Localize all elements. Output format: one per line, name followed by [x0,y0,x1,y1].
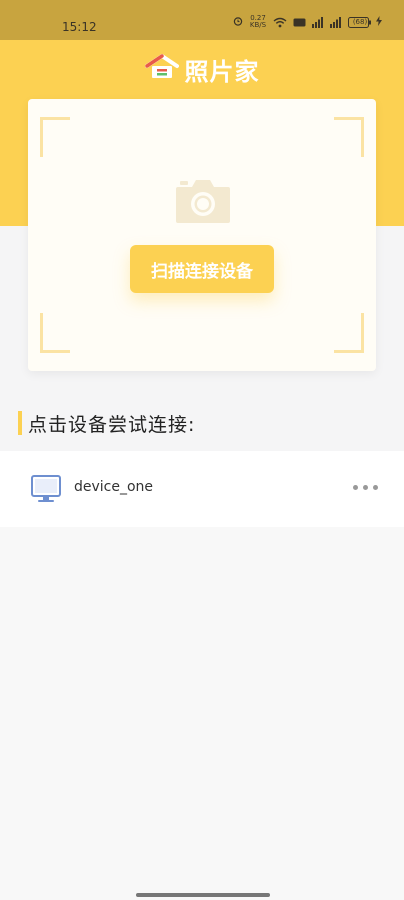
more-options-icon[interactable] [353,481,378,494]
home-indicator[interactable] [136,893,270,897]
net-speed-unit: KB/S [249,21,267,29]
devices-section-header: 点击设备尝试连接: [18,410,195,436]
device-row[interactable]: device_one [0,451,404,527]
monitor-icon [30,473,62,509]
hd-icon [293,18,306,27]
wifi-icon [273,17,287,28]
camera-icon [174,177,232,229]
scan-frame-corner-top-left [40,117,70,157]
status-bar: 15:12 0.27 KB/S (68) [0,0,404,40]
battery-level: (68) [352,18,368,26]
status-time: 15:12 [62,20,97,34]
empty-list-area [0,527,404,900]
scan-frame-corner-top-right [334,117,364,157]
signal-icon-2 [330,16,342,28]
device-list: device_one [0,451,404,527]
devices-section-title: 点击设备尝试连接: [28,413,196,436]
status-icons: 0.27 KB/S (68) [233,15,382,29]
app-header: 照片家 [0,50,404,88]
scan-connect-button[interactable]: 扫描连接设备 [130,245,274,293]
app-screen: 15:12 0.27 KB/S (68) 照片家 扫描连接设备 点击设备尝试连接… [0,0,404,900]
charging-icon [376,15,382,29]
signal-icon-1 [312,16,324,28]
scan-frame-corner-bottom-right [334,313,364,353]
scan-card: 扫描连接设备 [28,99,376,371]
section-accent-bar [18,411,22,435]
house-logo-icon [144,54,179,84]
alarm-icon [233,15,243,29]
device-name: device_one [74,479,154,495]
scan-frame-corner-bottom-left [40,313,70,353]
net-speed: 0.27 KB/S [249,15,267,29]
app-title: 照片家 [184,57,260,86]
